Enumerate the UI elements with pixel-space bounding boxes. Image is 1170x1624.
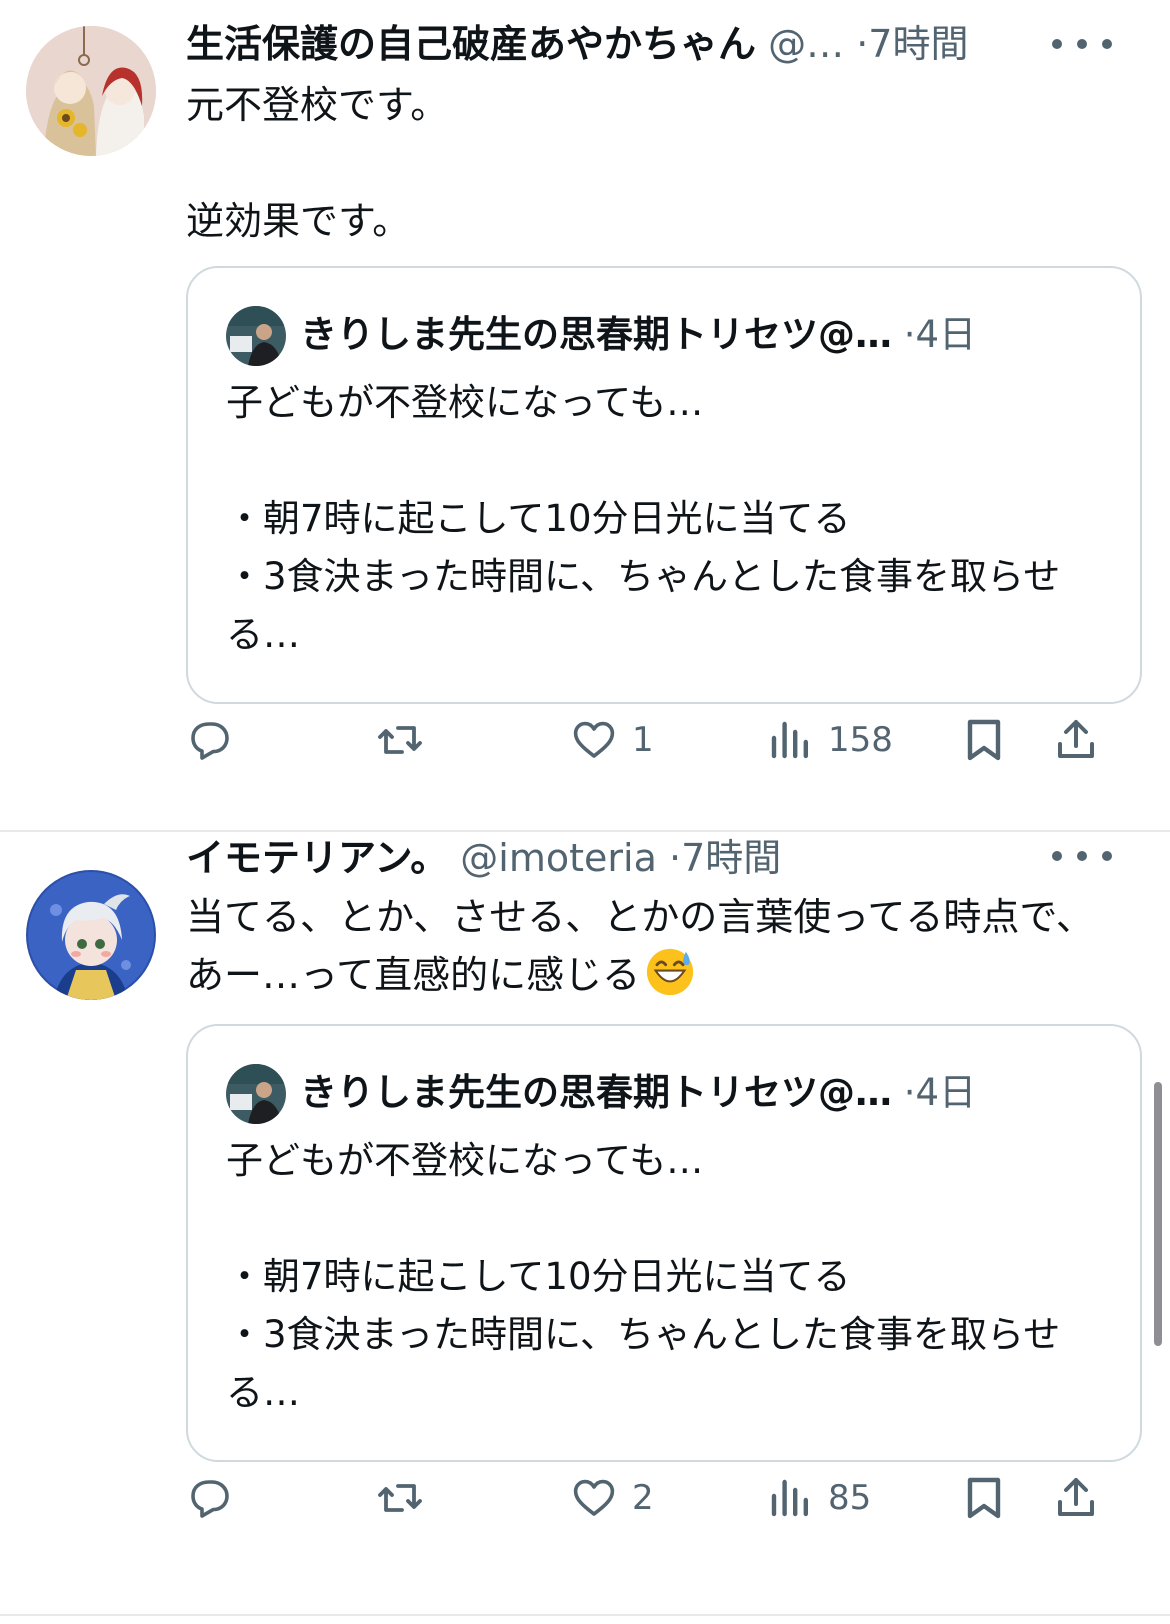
- tweet[interactable]: 生活保護の自己破産あやかちゃん @… ·7時間 元不登校です。 逆効果です。 き…: [0, 0, 1170, 820]
- view-count: 158: [828, 720, 893, 760]
- views-icon: [771, 721, 808, 759]
- tweet-text: 元不登校です。 逆効果です。: [186, 83, 449, 243]
- quoted-display-name: きりしま先生の思春期トリセツ@…: [300, 313, 892, 356]
- retweet-button[interactable]: [376, 1468, 424, 1528]
- action-bar: 2 85: [0, 1468, 1170, 1528]
- share-button[interactable]: [1052, 710, 1100, 770]
- reply-icon: [191, 1480, 229, 1518]
- quoted-tweet[interactable]: きりしま先生の思春期トリセツ@… ·4日 子どもが不登校になっても… ・朝7時に…: [186, 1024, 1142, 1462]
- quoted-tweet[interactable]: きりしま先生の思春期トリセツ@… ·4日 子どもが不登校になっても… ・朝7時に…: [186, 266, 1142, 704]
- separator-dot: ·: [856, 22, 869, 66]
- share-icon: [1058, 720, 1094, 758]
- quoted-avatar: [226, 1064, 286, 1124]
- heart-icon: [573, 721, 615, 758]
- like-count: 1: [632, 720, 654, 760]
- bookmark-button[interactable]: [960, 1468, 1008, 1528]
- quoted-text: 子どもが不登校になっても… ・朝7時に起こして10分日光に当てる ・3食決まった…: [226, 1139, 1061, 1414]
- separator-dot: ·: [903, 313, 916, 356]
- reply-icon: [191, 722, 229, 760]
- more-icon[interactable]: [1052, 836, 1112, 876]
- retweet-icon: [378, 726, 422, 754]
- like-button[interactable]: 2: [570, 1468, 654, 1528]
- quoted-text: 子どもが不登校になっても… ・朝7時に起こして10分日光に当てる ・3食決まった…: [226, 381, 1061, 656]
- tweet-text: 当てる、とか、させる、とかの言葉使ってる時点で、あー…って直感的に感じる: [186, 888, 1116, 1004]
- heart-icon: [573, 1479, 615, 1516]
- avatar[interactable]: [26, 870, 156, 1000]
- action-bar: 1 158: [0, 710, 1170, 770]
- avatar[interactable]: [26, 26, 156, 156]
- timestamp[interactable]: 7時間: [681, 836, 781, 880]
- quoted-header: きりしま先生の思春期トリセツ@… ·4日: [300, 304, 976, 366]
- bookmark-icon: [967, 1477, 1001, 1519]
- quoted-avatar: [226, 306, 286, 366]
- bookmark-icon: [967, 719, 1001, 761]
- quoted-header: きりしま先生の思春期トリセツ@… ·4日: [300, 1062, 976, 1124]
- separator-dot: ·: [903, 1071, 916, 1114]
- like-button[interactable]: 1: [570, 710, 654, 770]
- reply-button[interactable]: [186, 1468, 234, 1528]
- reply-button[interactable]: [186, 710, 234, 770]
- quoted-display-name: きりしま先生の思春期トリセツ@…: [300, 1071, 892, 1114]
- quoted-timestamp: 4日: [915, 1071, 977, 1114]
- view-count: 85: [828, 1478, 872, 1518]
- more-icon[interactable]: [1052, 24, 1112, 64]
- tweet-header: 生活保護の自己破産あやかちゃん @… ·7時間: [186, 14, 968, 74]
- display-name[interactable]: 生活保護の自己破産あやかちゃん: [186, 22, 756, 66]
- bookmark-button[interactable]: [960, 710, 1008, 770]
- like-count: 2: [632, 1478, 654, 1518]
- retweet-icon: [378, 1484, 422, 1512]
- views-button[interactable]: 158: [766, 710, 893, 770]
- grinning-sweat-emoji: [646, 948, 694, 996]
- share-icon: [1058, 1478, 1094, 1516]
- views-icon: [771, 1479, 808, 1517]
- tweet-header: イモテリアン。 @imoteria ·7時間: [186, 828, 781, 888]
- scrollbar[interactable]: [1154, 1082, 1162, 1346]
- tweet-text-content: 当てる、とか、させる、とかの言葉使ってる時点で、あー…って直感的に感じる: [186, 895, 1094, 997]
- tweet[interactable]: イモテリアン。 @imoteria ·7時間 当てる、とか、させる、とかの言葉使…: [0, 836, 1170, 1624]
- display-name[interactable]: イモテリアン。: [186, 836, 448, 880]
- timestamp[interactable]: 7時間: [868, 22, 968, 66]
- separator-dot: ·: [668, 836, 682, 880]
- tweet-divider: [0, 1614, 1170, 1616]
- user-handle[interactable]: @imoteria: [460, 836, 657, 880]
- user-handle[interactable]: @…: [768, 22, 844, 66]
- views-button[interactable]: 85: [766, 1468, 871, 1528]
- share-button[interactable]: [1052, 1468, 1100, 1528]
- retweet-button[interactable]: [376, 710, 424, 770]
- quoted-timestamp: 4日: [915, 313, 977, 356]
